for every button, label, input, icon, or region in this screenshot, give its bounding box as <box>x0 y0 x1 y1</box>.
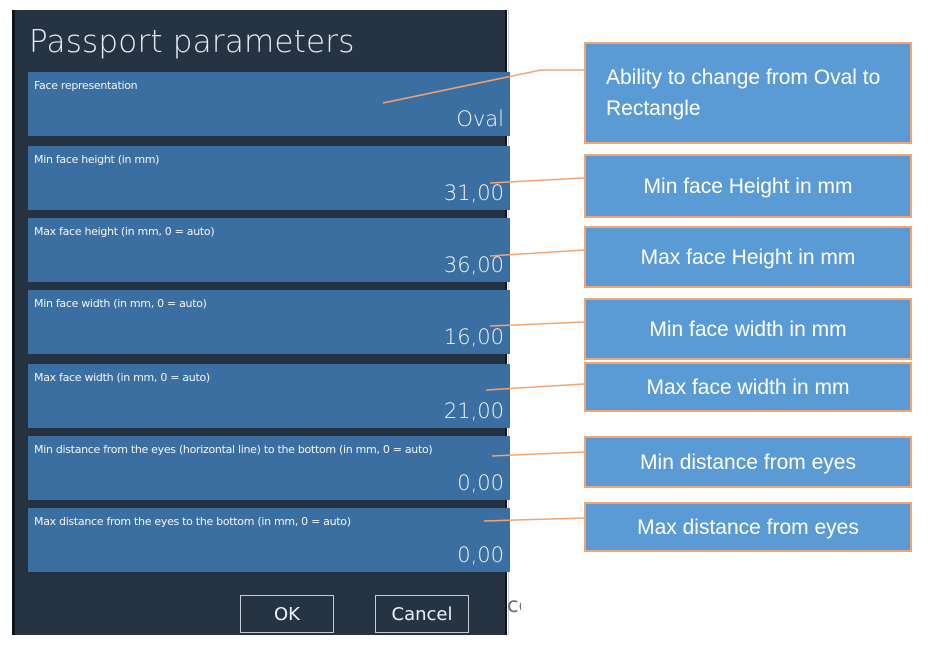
callout-face-representation: Ability to change from Oval to Rectangle <box>584 42 912 144</box>
field-min-face-width[interactable]: Min face width (in mm, 0 = auto) 16,00 <box>28 290 510 354</box>
callout-min-face-width: Min face width in mm <box>584 298 912 360</box>
callout-min-face-height: Min face Height in mm <box>584 154 912 218</box>
field-label: Face representation <box>34 79 138 92</box>
field-value[interactable]: 21,00 <box>444 399 504 423</box>
callout-text: Ability to change from Oval to Rectangle <box>606 66 881 120</box>
field-min-face-height[interactable]: Min face height (in mm) 31,00 <box>28 146 510 210</box>
field-value[interactable]: 36,00 <box>444 253 504 277</box>
callout-max-face-height: Max face Height in mm <box>584 226 912 288</box>
field-value[interactable]: 0,00 <box>457 471 504 495</box>
field-max-eye-distance[interactable]: Max distance from the eyes to the bottom… <box>28 508 510 572</box>
field-label: Max face width (in mm, 0 = auto) <box>34 371 210 384</box>
ok-button[interactable]: OK <box>240 595 334 633</box>
field-value[interactable]: 16,00 <box>444 325 504 349</box>
callout-text: Max distance from eyes <box>637 515 859 539</box>
field-label: Min face width (in mm, 0 = auto) <box>34 297 207 310</box>
field-value[interactable]: 31,00 <box>444 181 504 205</box>
callout-text: Min distance from eyes <box>640 450 856 474</box>
passport-parameters-dialog: Passport parameters Face representation … <box>12 10 510 635</box>
callout-text: Min face Height in mm <box>643 174 853 198</box>
field-value[interactable]: 0,00 <box>457 543 504 567</box>
field-label: Min distance from the eyes (horizontal l… <box>34 443 433 456</box>
field-value[interactable]: Oval <box>456 107 504 131</box>
dialog-title: Passport parameters <box>29 24 355 60</box>
field-label: Min face height (in mm) <box>34 153 160 166</box>
callout-text: Min face width in mm <box>649 317 847 341</box>
callout-max-eye-distance: Max distance from eyes <box>584 502 912 552</box>
field-label: Max face height (in mm, 0 = auto) <box>34 225 215 238</box>
callout-min-eye-distance: Min distance from eyes <box>584 436 912 488</box>
field-max-face-width[interactable]: Max face width (in mm, 0 = auto) 21,00 <box>28 364 510 428</box>
field-label: Max distance from the eyes to the bottom… <box>34 515 351 528</box>
callout-max-face-width: Max face width in mm <box>584 362 912 412</box>
background-window-text: ce <box>507 593 521 617</box>
callout-text: Max face Height in mm <box>640 245 856 269</box>
cancel-button[interactable]: Cancel <box>375 595 469 633</box>
field-max-face-height[interactable]: Max face height (in mm, 0 = auto) 36,00 <box>28 218 510 282</box>
callout-text: Max face width in mm <box>646 375 850 399</box>
field-min-eye-distance[interactable]: Min distance from the eyes (horizontal l… <box>28 436 510 500</box>
field-face-representation[interactable]: Face representation Oval <box>28 72 510 136</box>
